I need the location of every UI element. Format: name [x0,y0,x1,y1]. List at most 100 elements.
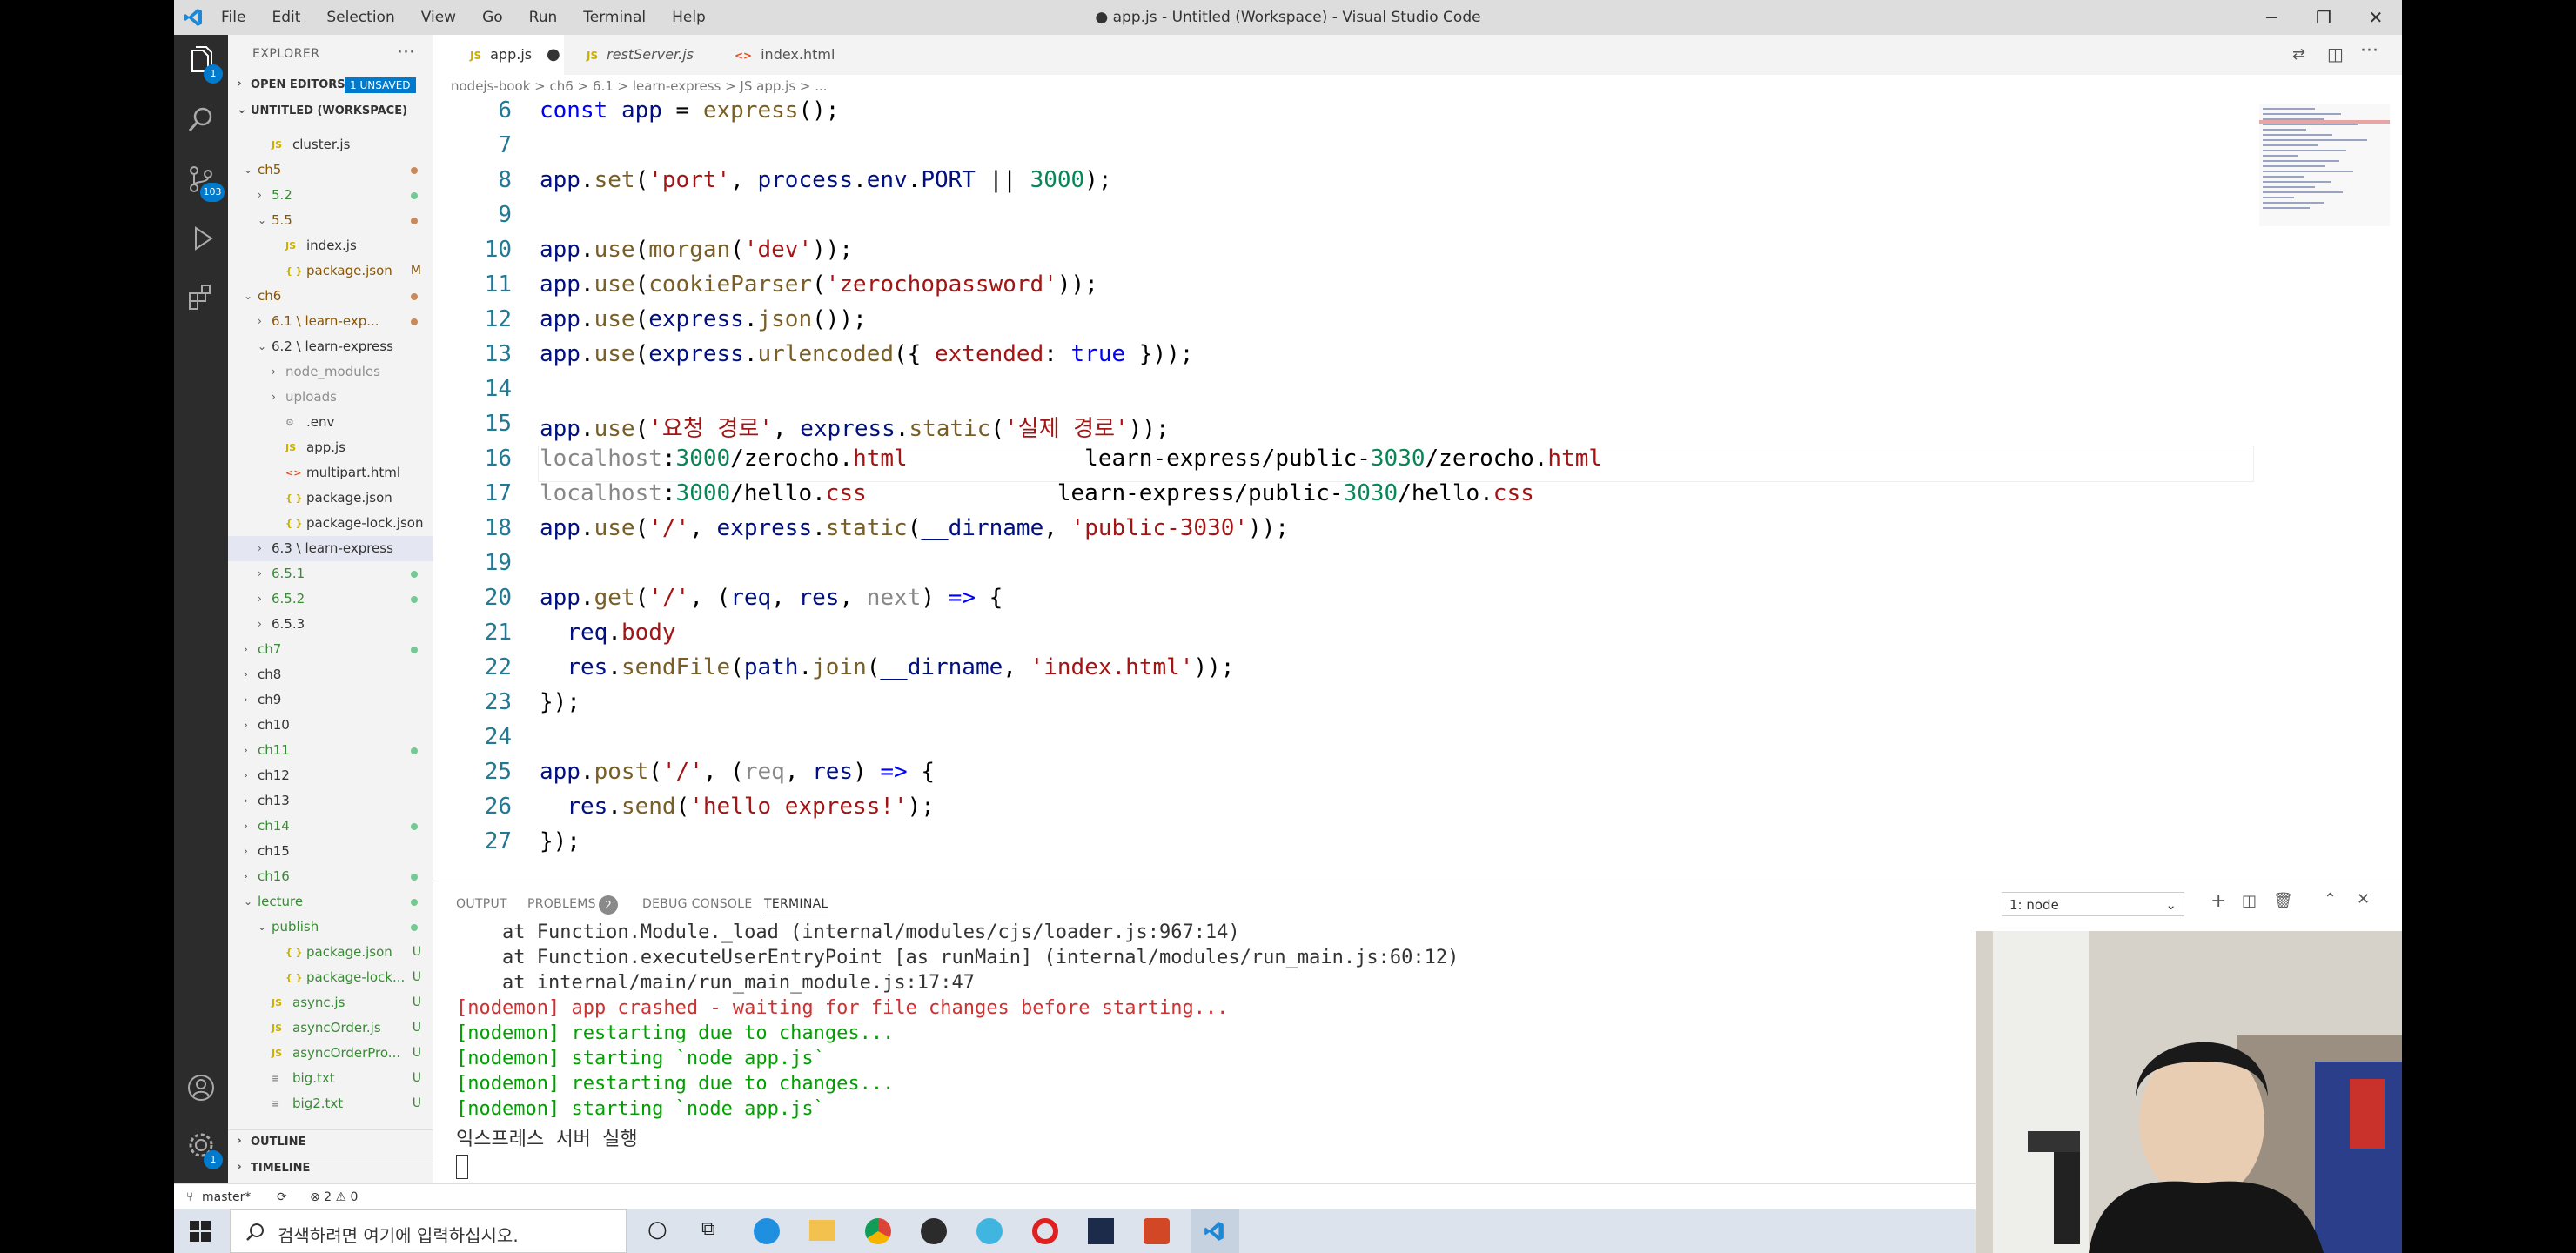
open-editors-section[interactable]: › OPEN EDITORS 1 UNSAVED [228,73,433,97]
file-item[interactable]: JS cluster.js [228,132,433,157]
chrome-icon[interactable] [865,1218,891,1244]
file-item[interactable]: { } package.json U [228,940,433,965]
tab-restserver-js[interactable]: JS restServer.js [587,35,694,75]
menu-edit[interactable]: Edit [272,9,300,26]
code-line[interactable]: localhost:3000/zerocho.html learn-expres… [540,446,1602,472]
extensions-icon[interactable] [185,282,217,313]
file-item[interactable]: { } package-lock... U [228,965,433,990]
folder-item[interactable]: › ch13 [228,788,433,814]
folder-item[interactable]: › uploads [228,385,433,410]
branch-name[interactable]: master* [202,1184,251,1210]
restore-icon[interactable]: ❐ [2298,0,2350,35]
tab-app-js[interactable]: JS app.js ● [433,35,564,75]
task-view-icon[interactable]: ⧉ [701,1218,715,1240]
outline-section[interactable]: › OUTLINE [228,1129,433,1155]
folder-item[interactable]: ⌄ publish [228,915,433,940]
close-panel-icon[interactable]: ✕ [2357,890,2370,908]
minimize-icon[interactable]: ─ [2245,0,2298,35]
tab-index-html[interactable]: <> index.html [735,35,835,75]
code-line[interactable]: app.use(express.json()); [540,306,867,332]
more-actions-icon[interactable]: ··· [397,42,415,64]
code-line[interactable]: res.sendFile(path.join(__dirname, 'index… [540,654,1234,680]
split-editor-icon[interactable]: ◫ [2327,44,2344,64]
code-line[interactable]: app.use('요청 경로', express.static('실제 경로')… [540,411,1170,443]
github-icon[interactable] [921,1218,947,1244]
code-line[interactable]: app.use(express.urlencoded({ extended: t… [540,341,1193,367]
code-editor[interactable]: 6 const app = express(); 7 8 app.set('port',… [433,97,2402,881]
open-changes-icon[interactable]: ⇄ [2292,45,2305,64]
file-item[interactable]: ≡ big.txt U [228,1066,433,1091]
windows-start-icon[interactable] [190,1221,211,1242]
tab-terminal[interactable]: TERMINAL [764,897,828,915]
code-line[interactable]: }); [540,689,580,715]
run-debug-icon[interactable] [185,223,217,254]
account-icon[interactable] [185,1072,217,1103]
folder-item[interactable]: › 6.1 \ learn-exp... [228,309,433,334]
folder-item[interactable]: ⌄ 6.2 \ learn-express [228,334,433,359]
folder-item[interactable]: › 6.5.2 [228,586,433,612]
file-item[interactable]: JS asyncOrderPro... U [228,1041,433,1066]
code-line[interactable]: localhost:3000/hello.css learn-express/p… [540,480,1534,506]
tab-problems[interactable]: PROBLEMS [527,897,596,911]
problems-status[interactable]: ⊗ 2 ⚠ 0 [310,1184,358,1210]
file-item[interactable]: JS app.js [228,435,433,460]
menu-terminal[interactable]: Terminal [583,9,646,26]
dirty-dot-icon[interactable]: ● [547,35,560,75]
folder-item[interactable]: › 6.5.3 [228,612,433,637]
menu-file[interactable]: File [221,9,245,26]
powerpoint-icon[interactable] [1144,1218,1170,1244]
more-actions-icon[interactable]: ··· [2360,40,2378,62]
folder-item[interactable]: › ch8 [228,662,433,687]
folder-item[interactable]: › ch12 [228,763,433,788]
file-item[interactable]: JS asyncOrder.js U [228,1015,433,1041]
file-item[interactable]: { } package-lock.json [228,511,433,536]
sync-icon[interactable]: ⟳ [277,1184,287,1210]
split-terminal-icon[interactable]: ◫ [2242,892,2257,910]
folder-item[interactable]: ⌄ 5.5 [228,208,433,233]
taskbar-vscode-active[interactable] [1191,1209,1239,1253]
opera-icon[interactable] [1032,1218,1058,1244]
folder-item[interactable]: › ch11 [228,738,433,763]
code-line[interactable]: const app = express(); [540,97,839,124]
menu-view[interactable]: View [421,9,456,26]
folder-item[interactable]: › ch9 [228,687,433,713]
code-line[interactable]: app.use(cookieParser('zerochopassword'))… [540,271,1098,298]
menu-go[interactable]: Go [482,9,503,26]
maximize-panel-icon[interactable]: ⌃ [2324,890,2337,908]
folder-item[interactable]: ⌄ ch5 [228,157,433,183]
close-icon[interactable]: ✕ [2350,0,2402,35]
trash-icon[interactable]: 🗑 [2273,892,2293,910]
code-line[interactable]: app.use(morgan('dev')); [540,237,853,263]
code-line[interactable]: app.get('/', (req, res, next) => { [540,585,1003,611]
tab-output[interactable]: OUTPUT [456,897,507,911]
file-item[interactable]: { } package.json M [228,258,433,284]
folder-item[interactable]: › 5.2 [228,183,433,208]
minimap[interactable] [2259,104,2390,226]
folder-item[interactable]: › ch15 [228,839,433,864]
code-line[interactable]: app.post('/', (req, res) => { [540,759,935,785]
code-line[interactable]: req.body [540,620,675,646]
file-item[interactable]: JS index.js [228,233,433,258]
file-item[interactable]: JS async.js U [228,990,433,1015]
tab-debug-console[interactable]: DEBUG CONSOLE [642,897,753,911]
code-line[interactable]: res.send('hello express!'); [540,794,935,820]
menu-help[interactable]: Help [672,9,706,26]
file-item[interactable]: ≡ big2.txt U [228,1091,433,1116]
search-icon[interactable] [185,104,217,136]
webstorm-icon[interactable] [1088,1218,1114,1244]
folder-item[interactable]: › ch16 [228,864,433,889]
new-terminal-icon[interactable]: + [2210,890,2226,912]
code-line[interactable]: app.use('/', express.static(__dirname, '… [540,515,1289,541]
menu-run[interactable]: Run [529,9,558,26]
folder-item[interactable]: ⌄ ch6 [228,284,433,309]
folder-item[interactable]: › ch7 [228,637,433,662]
timeline-section[interactable]: › TIMELINE [228,1156,433,1181]
folder-item[interactable]: ⌄ lecture [228,889,433,915]
workspace-section[interactable]: ⌄ UNTITLED (WORKSPACE) [228,99,433,124]
file-item[interactable]: <> multipart.html [228,460,433,486]
taskbar-search[interactable]: 검색하려면 여기에 입력하십시오. [230,1209,627,1253]
menu-selection[interactable]: Selection [326,9,394,26]
edge-icon[interactable] [754,1218,780,1244]
breadcrumb[interactable]: nodejs-book > ch6 > 6.1 > learn-express … [433,75,2402,97]
folder-item[interactable]: › ch10 [228,713,433,738]
